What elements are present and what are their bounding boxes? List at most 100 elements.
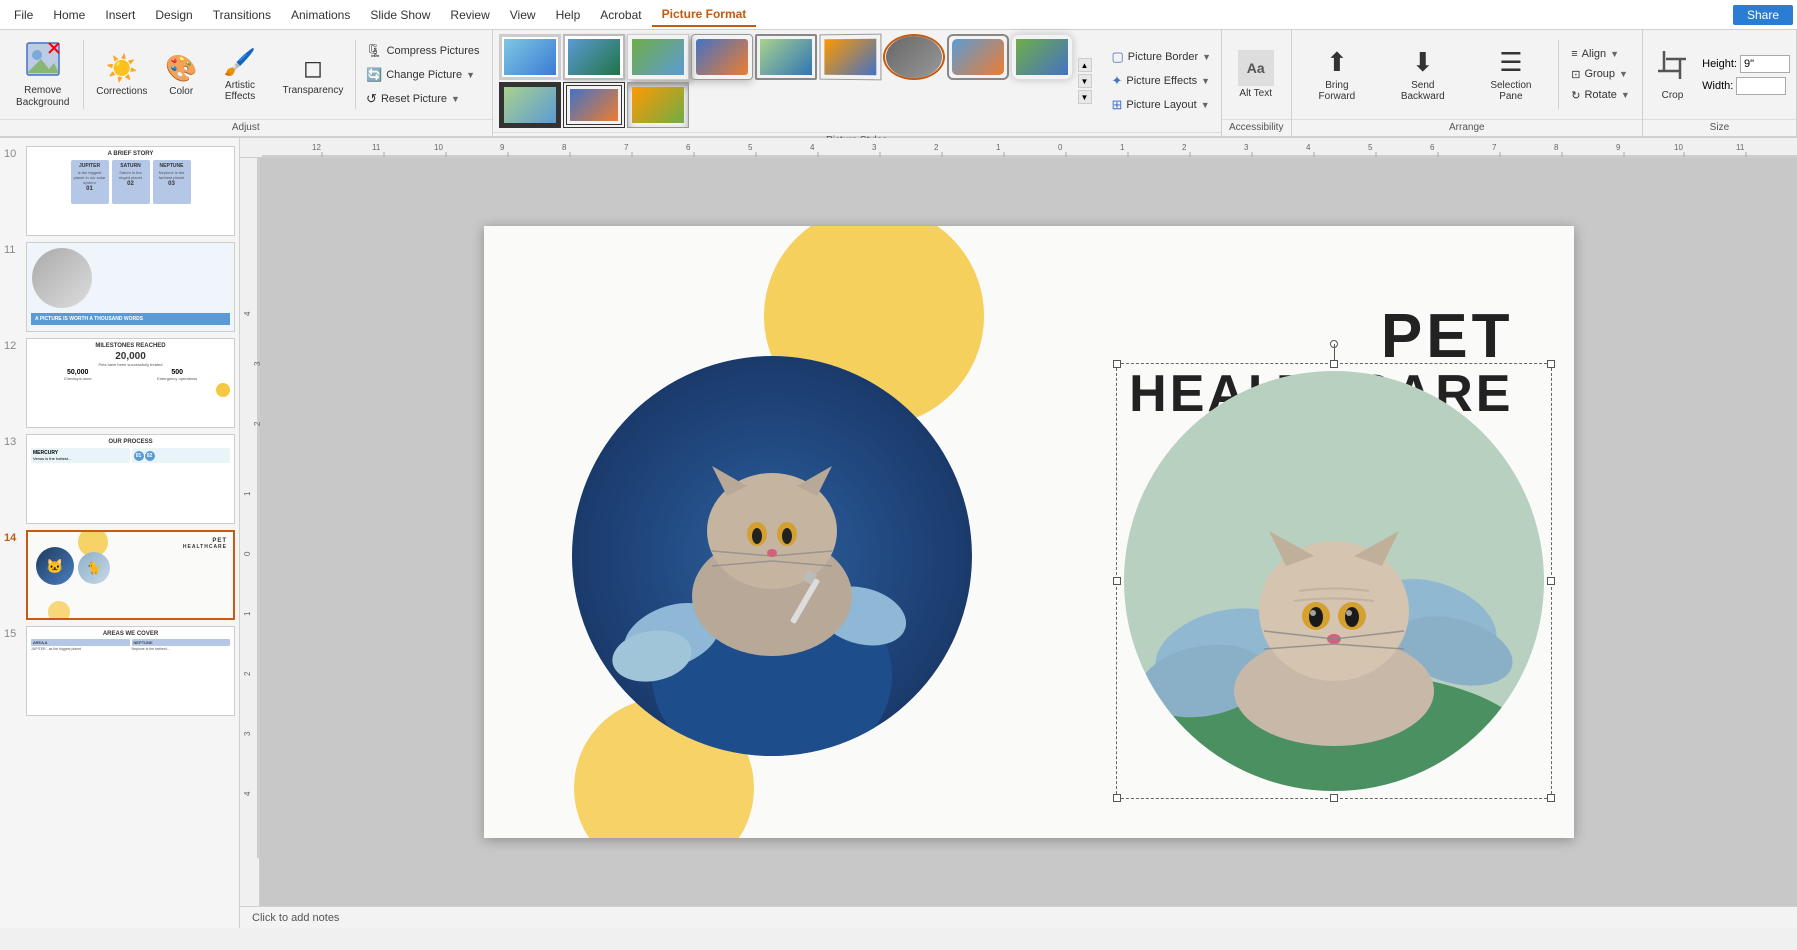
artistic-effects-button[interactable]: 🖌️ Artistic Effects [207, 43, 273, 106]
slide-11[interactable]: 11 A PICTURE IS WORTH A THOUSAND WORDS [4, 242, 235, 332]
picture-layout-button[interactable]: ⊞ Picture Layout ▼ [1108, 94, 1216, 116]
picture-effects-label: Picture Effects [1126, 75, 1197, 87]
picture-style-11[interactable] [563, 82, 625, 128]
picture-style-12[interactable] [627, 82, 689, 128]
ruler-top: 12 11 10 9 8 7 6 5 4 3 2 1 0 1 2 3 4 [240, 138, 1797, 158]
svg-text:10: 10 [1674, 143, 1683, 152]
crop-button[interactable]: Crop [1649, 45, 1696, 105]
slide-10[interactable]: 10 A BRIEF STORY JUPITER is the biggest … [4, 146, 235, 236]
picture-style-4[interactable] [691, 34, 753, 80]
style-scroll-more[interactable]: ▼ [1078, 90, 1092, 104]
selection-pane-button[interactable]: ☰ Selection Pane [1470, 43, 1553, 106]
bring-forward-button[interactable]: ⬆ Bring Forward [1298, 43, 1376, 106]
svg-text:5: 5 [1368, 143, 1373, 152]
alt-text-label: Alt Text [1239, 88, 1272, 99]
reset-picture-button[interactable]: ↺ Reset Picture ▼ [360, 88, 485, 110]
picture-style-8[interactable] [947, 34, 1009, 80]
slide-panel: 10 A BRIEF STORY JUPITER is the biggest … [0, 138, 240, 928]
adjust-section: Remove Background ☀️ Corrections 🎨 Color… [0, 30, 493, 136]
svg-text:1: 1 [243, 611, 252, 616]
picture-style-7[interactable] [883, 34, 945, 80]
slide-12-num: 12 [4, 338, 22, 428]
remove-background-button[interactable]: Remove Background [6, 37, 79, 113]
menu-help[interactable]: Help [546, 4, 591, 26]
menu-acrobat[interactable]: Acrobat [590, 4, 651, 26]
menu-animations[interactable]: Animations [281, 4, 360, 26]
send-backward-label: Send Backward [1388, 80, 1457, 102]
picture-style-9[interactable] [1011, 34, 1073, 80]
change-picture-button[interactable]: 🔄 Change Picture ▼ [360, 64, 485, 86]
menu-review[interactable]: Review [440, 4, 499, 26]
slide-15-num: 15 [4, 626, 22, 716]
picture-style-3[interactable] [627, 34, 689, 80]
picture-style-1[interactable] [499, 34, 561, 80]
transparency-button[interactable]: ◻ Transparency [275, 50, 351, 100]
size-label: Size [1643, 119, 1796, 136]
svg-text:7: 7 [624, 143, 629, 152]
svg-text:4: 4 [1306, 143, 1311, 152]
reset-label: Reset Picture [381, 93, 447, 105]
color-icon: 🎨 [165, 53, 197, 84]
height-input[interactable] [1740, 55, 1790, 73]
group-button[interactable]: ⊡ Group ▼ [1565, 65, 1636, 84]
svg-text:1: 1 [243, 491, 252, 496]
menu-transitions[interactable]: Transitions [203, 4, 281, 26]
align-label: Align [1582, 48, 1606, 60]
picture-style-10[interactable] [499, 82, 561, 128]
svg-text:11: 11 [1736, 143, 1745, 152]
picture-border-button[interactable]: ▢ Picture Border ▼ [1108, 46, 1216, 68]
change-picture-icon: 🔄 [366, 67, 382, 83]
svg-text:3: 3 [1244, 143, 1249, 152]
send-backward-button[interactable]: ⬇ Send Backward [1380, 43, 1465, 106]
canvas-inner[interactable]: PET HEALTHCARE [260, 158, 1797, 906]
corrections-icon: ☀️ [106, 53, 138, 84]
remove-bg-icon [25, 41, 61, 83]
slide-15[interactable]: 15 AREAS WE COVER AREA A JUPITER - as th… [4, 626, 235, 716]
notes-placeholder: Click to add notes [252, 912, 339, 924]
svg-text:1: 1 [1120, 143, 1125, 152]
slide-13[interactable]: 13 OUR PROCESS MERCURY Venus is the hott… [4, 434, 235, 524]
corrections-button[interactable]: ☀️ Corrections [88, 49, 155, 101]
compress-pictures-button[interactable]: 🗜 Compress Pictures [360, 40, 485, 62]
slide-14[interactable]: 14 PET HEALTHCARE 🐱 🐈 [4, 530, 235, 620]
picture-style-5[interactable] [755, 34, 817, 80]
menu-view[interactable]: View [500, 4, 546, 26]
menu-picture-format[interactable]: Picture Format [652, 3, 757, 27]
alt-text-button[interactable]: Aa Alt Text [1230, 46, 1282, 103]
picture-style-6[interactable] [819, 34, 881, 81]
align-icon: ≡ [1571, 48, 1577, 60]
size-section: Crop Height: Width: Size [1643, 30, 1797, 136]
compress-icon: 🗜 [366, 43, 383, 59]
svg-text:0: 0 [1058, 143, 1063, 152]
picture-style-2[interactable] [563, 34, 625, 80]
svg-text:2: 2 [934, 143, 939, 152]
canvas-area: 12 11 10 9 8 7 6 5 4 3 2 1 0 1 2 3 4 [240, 138, 1797, 928]
width-input[interactable] [1736, 77, 1786, 95]
artistic-effects-icon: 🖌️ [224, 47, 256, 78]
menu-design[interactable]: Design [145, 4, 202, 26]
ruler-left: 6 5 4 3 2 1 0 1 2 3 4 [240, 158, 260, 906]
notes-bar[interactable]: Click to add notes [240, 906, 1797, 928]
share-button[interactable]: Share [1733, 5, 1793, 25]
style-scroll-down[interactable]: ▼ [1078, 74, 1092, 88]
svg-text:2: 2 [253, 421, 260, 426]
crop-icon [1656, 49, 1688, 88]
svg-text:1: 1 [996, 143, 1001, 152]
width-label: Width: [1702, 80, 1733, 92]
cat-photo-left[interactable] [572, 356, 972, 756]
menu-insert[interactable]: Insert [95, 4, 145, 26]
slide-12[interactable]: 12 MILESTONES REACHED 20,000 Pets have b… [4, 338, 235, 428]
arrange-label: Arrange [1292, 119, 1642, 136]
menu-home[interactable]: Home [43, 4, 95, 26]
cat-photo-right[interactable] [1124, 371, 1544, 791]
style-scroll-up[interactable]: ▲ [1078, 58, 1092, 72]
picture-effects-button[interactable]: ✦ Picture Effects ▼ [1108, 70, 1216, 92]
rotate-button[interactable]: ↻ Rotate ▼ [1565, 86, 1636, 105]
color-button[interactable]: 🎨 Color [157, 49, 205, 101]
menu-slideshow[interactable]: Slide Show [360, 4, 440, 26]
alt-text-icon: Aa [1238, 50, 1274, 86]
bring-forward-label: Bring Forward [1306, 80, 1368, 102]
menu-file[interactable]: File [4, 4, 43, 26]
align-button[interactable]: ≡ Align ▼ [1565, 45, 1636, 63]
group-icon: ⊡ [1571, 68, 1580, 81]
